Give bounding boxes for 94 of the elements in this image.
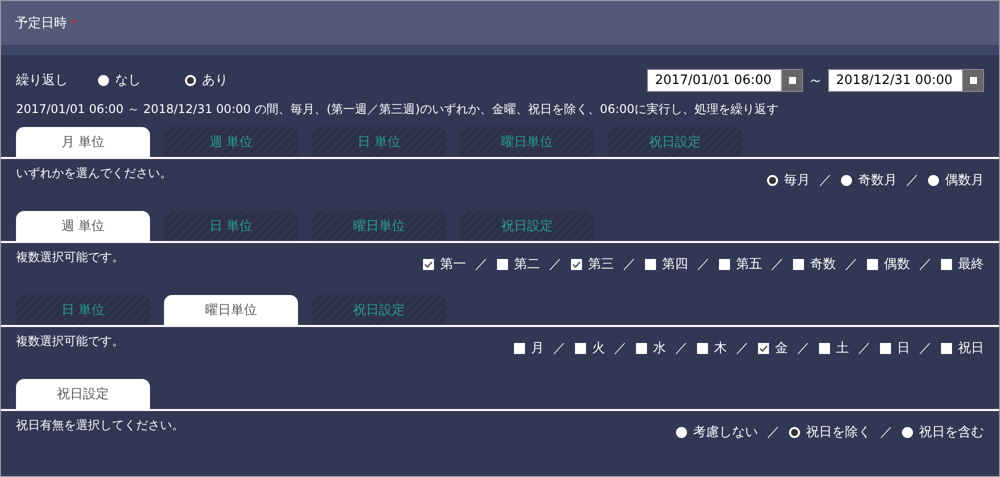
unit-tab[interactable]: 曜日単位 (460, 127, 594, 157)
option-separator: ／ (767, 424, 780, 441)
unit-tab[interactable]: 曜日単位 (312, 211, 446, 241)
option-separator: ／ (906, 172, 919, 189)
unit-tab[interactable]: 日 単位 (164, 211, 298, 241)
radio-button[interactable] (98, 74, 109, 86)
option-separator: ／ (858, 340, 871, 357)
radio-button[interactable] (928, 174, 939, 186)
option-separator: ／ (614, 340, 627, 357)
radio-button[interactable] (789, 426, 800, 438)
checkbox[interactable] (514, 342, 525, 354)
section-title: 予定日時 (15, 15, 67, 32)
choice-option[interactable]: 木 (697, 339, 727, 357)
checkbox[interactable] (423, 258, 434, 270)
choice-option[interactable]: 考慮しない (676, 423, 758, 441)
unit-tab[interactable]: 祝日設定 (16, 379, 150, 409)
option-separator: ／ (880, 424, 893, 441)
radio-button[interactable] (902, 426, 913, 438)
checkbox[interactable] (719, 258, 730, 270)
choice-option[interactable]: 第四 (645, 255, 688, 273)
checkbox[interactable] (867, 258, 878, 270)
choice-option[interactable]: 偶数月 (928, 171, 984, 189)
option-separator: ／ (475, 256, 488, 273)
option-separator: ／ (919, 340, 932, 357)
option-separator: ／ (553, 340, 566, 357)
checkbox[interactable] (941, 342, 952, 354)
radio-button[interactable] (676, 426, 687, 438)
radio-button[interactable] (767, 174, 778, 186)
unit-tab[interactable]: 週 単位 (16, 211, 150, 241)
schedule-summary: 2017/01/01 06:00 ～ 2018/12/31 00:00 の間、毎月、(第一週／第三週)のいずれか、金曜、祝日を除く、06:00に実行し、処理を繰り返す (15, 101, 780, 118)
unit-tab[interactable]: 祝日設定 (312, 295, 446, 325)
choice-option[interactable]: 奇数月 (841, 171, 897, 189)
choice-option[interactable]: 祝日を除く (789, 423, 871, 441)
unit-tab[interactable]: 日 単位 (312, 127, 446, 157)
unit-tab[interactable]: 週 単位 (164, 127, 298, 157)
checkbox[interactable] (880, 342, 891, 354)
calendar-button[interactable] (781, 70, 802, 90)
required-mark: * (71, 16, 76, 30)
checkbox[interactable] (758, 342, 769, 354)
choice-option[interactable]: 水 (636, 339, 666, 357)
calendar-button[interactable] (962, 70, 983, 90)
option-separator: ／ (919, 256, 932, 273)
checkbox[interactable] (575, 342, 586, 354)
choice-option[interactable]: 土 (819, 339, 849, 357)
choice-option[interactable]: 第二 (497, 255, 540, 273)
instruction-text: いずれかを選んでください。 (16, 165, 172, 182)
repeat-option[interactable]: なし (98, 71, 141, 89)
square-icon (970, 76, 976, 84)
range-separator: ～ (808, 70, 823, 90)
choice-option[interactable]: 偶数 (867, 255, 910, 273)
checkbox[interactable] (793, 258, 804, 270)
checkbox[interactable] (819, 342, 830, 354)
repeat-option[interactable]: あり (185, 71, 228, 89)
choice-option[interactable]: 祝日 (941, 339, 984, 357)
end-date-field[interactable]: 2018/12/31 00:00 (828, 68, 984, 92)
choice-option[interactable]: 第三 (571, 255, 614, 273)
checkbox[interactable] (636, 342, 647, 354)
option-separator: ／ (697, 256, 710, 273)
option-separator: ／ (819, 172, 832, 189)
square-icon (788, 76, 796, 84)
repeat-label: 繰り返し (16, 72, 68, 89)
instruction-text: 複数選択可能です。 (16, 333, 124, 350)
unit-tab[interactable]: 曜日単位 (164, 295, 298, 325)
checkbox[interactable] (571, 258, 582, 270)
option-separator: ／ (736, 340, 749, 357)
choice-option[interactable]: 第五 (719, 255, 762, 273)
checkbox[interactable] (941, 258, 952, 270)
choice-option[interactable]: 火 (575, 339, 605, 357)
option-separator: ／ (549, 256, 562, 273)
option-separator: ／ (675, 340, 688, 357)
instruction-text: 複数選択可能です。 (16, 249, 124, 266)
radio-button[interactable] (841, 174, 852, 186)
option-separator: ／ (845, 256, 858, 273)
instruction-text: 祝日有無を選択してください。 (16, 417, 184, 434)
choice-option[interactable]: 最終 (941, 255, 984, 273)
choice-option[interactable]: 毎月 (767, 171, 810, 189)
option-separator: ／ (623, 256, 636, 273)
unit-tab[interactable]: 月 単位 (16, 127, 150, 157)
choice-option[interactable]: 月 (514, 339, 544, 357)
unit-tab[interactable]: 祝日設定 (608, 127, 742, 157)
choice-option[interactable]: 奇数 (793, 255, 836, 273)
unit-tab[interactable]: 祝日設定 (460, 211, 594, 241)
unit-tab[interactable]: 日 単位 (16, 295, 150, 325)
radio-button[interactable] (185, 74, 196, 86)
checkbox[interactable] (645, 258, 656, 270)
choice-option[interactable]: 祝日を含む (902, 423, 984, 441)
checkbox[interactable] (697, 342, 708, 354)
choice-option[interactable]: 日 (880, 339, 910, 357)
start-date-field[interactable]: 2017/01/01 06:00 (647, 68, 803, 92)
option-separator: ／ (797, 340, 810, 357)
choice-option[interactable]: 金 (758, 339, 788, 357)
choice-option[interactable]: 第一 (423, 255, 466, 273)
checkbox[interactable] (497, 258, 508, 270)
option-separator: ／ (771, 256, 784, 273)
